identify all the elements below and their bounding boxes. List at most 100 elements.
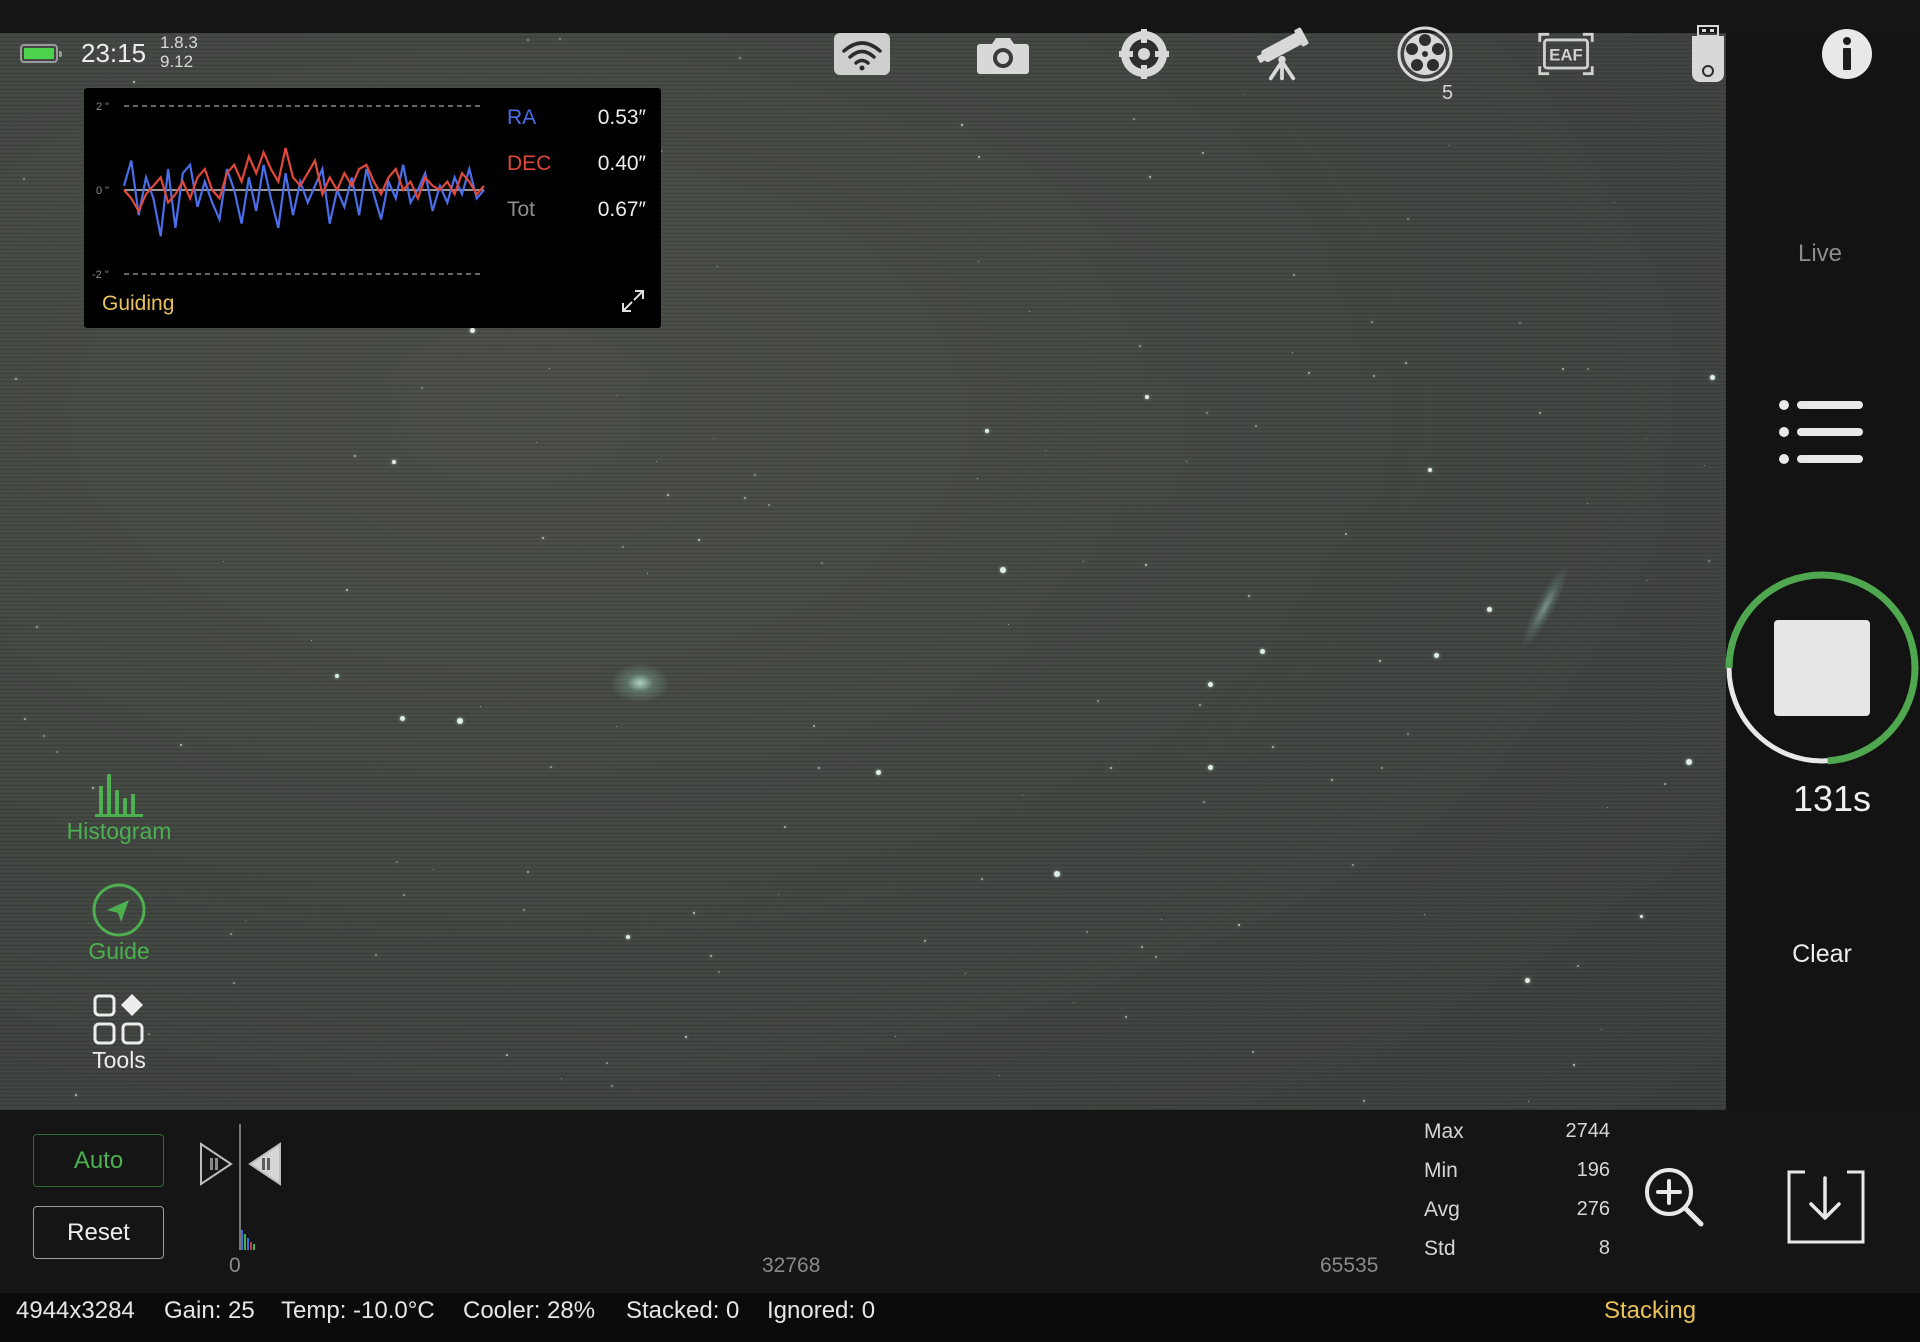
star: [1573, 1064, 1575, 1066]
star: [1407, 218, 1409, 220]
star: [1428, 468, 1432, 472]
star: [1244, 94, 1245, 95]
star: [622, 546, 624, 548]
filter-position: 5: [1442, 82, 1454, 104]
star: [1308, 372, 1310, 374]
ra-series-line: [122, 160, 485, 237]
status-ignored: Ignored: 0: [767, 1297, 876, 1324]
list-menu-icon[interactable]: [1777, 397, 1867, 474]
star: [421, 387, 423, 389]
star: [1708, 560, 1710, 562]
star: [375, 954, 377, 956]
ra-value: 0.53″: [597, 106, 646, 129]
star: [1202, 152, 1204, 154]
live-mode-button[interactable]: Live: [1760, 240, 1880, 268]
eaf-icon[interactable]: EAF: [1536, 25, 1596, 83]
star: [1110, 767, 1112, 769]
expand-icon[interactable]: [620, 288, 646, 319]
star: [1255, 425, 1257, 427]
star: [542, 537, 544, 539]
star: [1686, 759, 1692, 765]
stop-exposure-button[interactable]: [1724, 570, 1920, 766]
star: [876, 770, 881, 775]
star: [821, 562, 823, 564]
star: [433, 869, 434, 870]
hist-axis-max: 65535: [1320, 1254, 1379, 1277]
star: [1405, 362, 1407, 364]
stat-min: Min 196: [1424, 1159, 1610, 1182]
star: [1029, 311, 1030, 312]
usb-drive-icon[interactable]: [1678, 25, 1738, 83]
star: [1045, 450, 1046, 451]
zoom-in-icon[interactable]: [1643, 1166, 1705, 1233]
star: [1424, 914, 1425, 915]
star: [1155, 956, 1157, 958]
histogram-tool[interactable]: Histogram: [44, 772, 194, 845]
stat-max: Max 2744: [1424, 1120, 1610, 1143]
star: [1646, 438, 1647, 439]
star: [1293, 274, 1295, 276]
stat-avg: Avg 276: [1424, 1198, 1610, 1221]
star: [1345, 533, 1347, 535]
star: [1434, 653, 1439, 658]
star: [1272, 746, 1274, 748]
star: [616, 726, 617, 727]
star: [606, 1062, 608, 1064]
tools-tool[interactable]: Tools: [44, 993, 194, 1074]
star: [480, 706, 481, 707]
star: [754, 474, 756, 476]
star: [1238, 924, 1240, 926]
guide-label: Guide: [88, 938, 150, 964]
status-gain: Gain: 25: [164, 1297, 255, 1324]
star: [457, 718, 463, 724]
star: [1379, 660, 1381, 662]
star: [1086, 931, 1088, 933]
wifi-icon[interactable]: [832, 25, 892, 83]
star: [400, 716, 405, 721]
crosshair-icon[interactable]: [1114, 25, 1174, 83]
dec-label: DEC: [507, 152, 552, 175]
camera-icon[interactable]: [973, 25, 1033, 83]
telescope-icon[interactable]: [1252, 25, 1312, 83]
star: [961, 124, 963, 126]
guiding-panel[interactable]: 2 " 0 " -2 " RA 0.53″ DEC 0.40″ Tot 0.67…: [84, 88, 661, 328]
star: [1022, 795, 1023, 796]
guiding-tick-bottom: -2 ": [92, 269, 109, 281]
star: [1664, 783, 1666, 785]
star: [1260, 649, 1265, 654]
guide-tool[interactable]: Guide: [44, 882, 194, 965]
tot-label: Tot: [507, 198, 536, 221]
star: [978, 156, 980, 158]
star: [710, 955, 712, 957]
clear-button[interactable]: Clear: [1762, 940, 1882, 969]
star: [698, 539, 700, 541]
star: [739, 57, 741, 59]
star: [1145, 395, 1149, 399]
reset-stretch-button[interactable]: Reset: [33, 1206, 164, 1259]
star: [346, 589, 348, 591]
star: [354, 455, 356, 457]
star: [656, 461, 657, 462]
histogram-label: Histogram: [66, 818, 172, 844]
star: [1252, 1051, 1254, 1053]
filter-wheel-icon[interactable]: [1395, 25, 1455, 83]
star: [1614, 202, 1615, 203]
star: [1203, 801, 1205, 803]
status-cooler: Cooler: 28%: [463, 1297, 596, 1324]
star: [1000, 567, 1006, 573]
auto-stretch-button[interactable]: Auto: [33, 1134, 164, 1187]
guiding-graph: 2 " 0 " -2 ": [92, 101, 485, 281]
star: [1528, 1101, 1529, 1102]
histogram-plot[interactable]: [195, 1120, 295, 1256]
star: [335, 674, 339, 678]
star: [1145, 564, 1147, 566]
star: [718, 971, 720, 973]
hist-axis-min: 0: [229, 1254, 241, 1277]
info-icon[interactable]: [1817, 25, 1877, 83]
guiding-tick-top: 2 ": [96, 101, 109, 113]
star: [626, 935, 630, 939]
star: [1562, 368, 1564, 370]
star: [180, 744, 182, 746]
star: [647, 573, 648, 574]
save-image-icon[interactable]: [1785, 1170, 1865, 1249]
